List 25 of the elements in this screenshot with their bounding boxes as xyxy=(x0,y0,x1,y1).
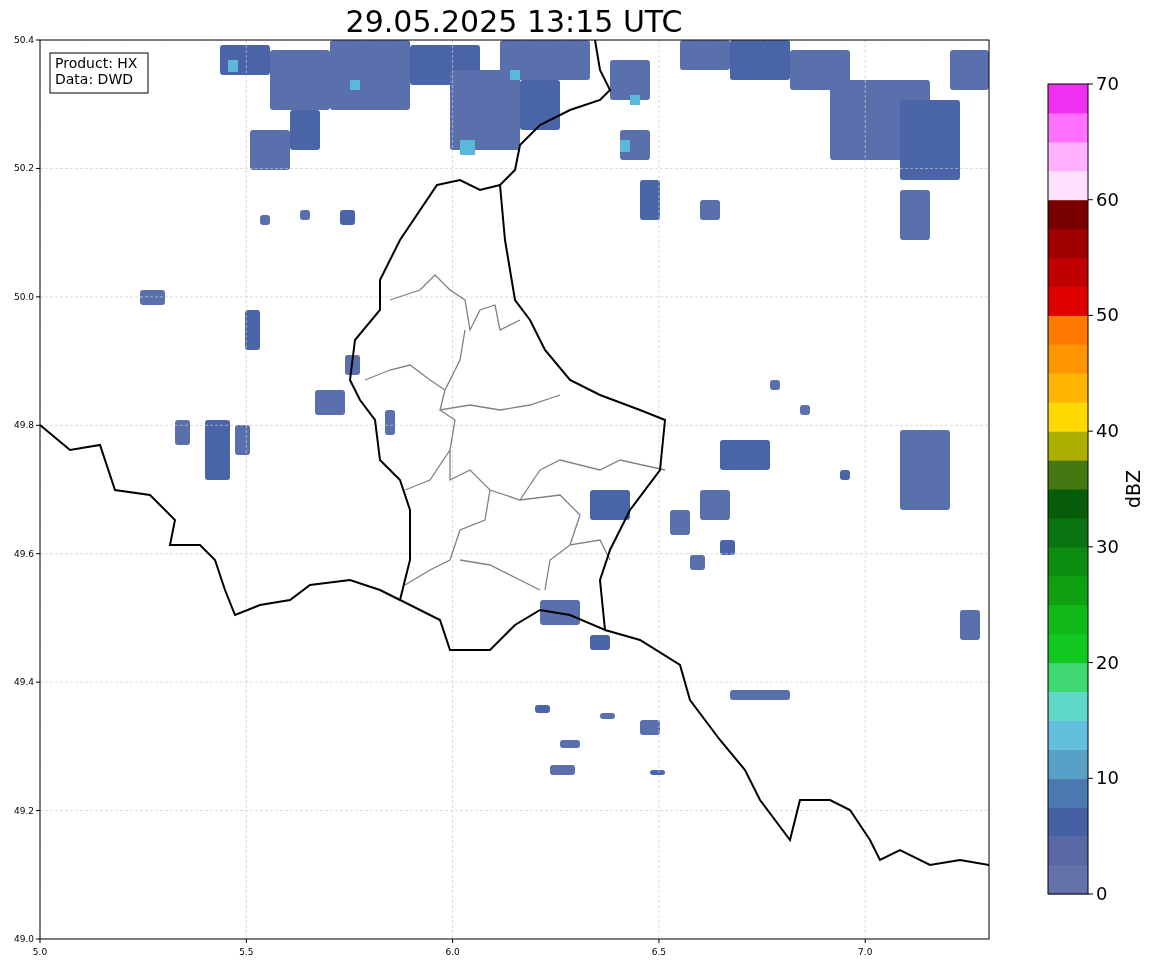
axis-tick-label: 6.5 xyxy=(651,947,667,957)
info-text: Product: HX xyxy=(55,55,138,71)
axis-tick-label: 50.4 xyxy=(13,35,34,45)
colorbar-tick-label: 30 xyxy=(1096,535,1119,557)
colorbar-tick-label: 60 xyxy=(1096,188,1119,210)
colorbar-tick-label: 70 xyxy=(1096,73,1119,94)
axis-tick-label: 50.2 xyxy=(13,163,34,174)
axis-tick-label: 7.0 xyxy=(858,947,873,957)
chart-title: 29.05.2025 13:15 UTC xyxy=(345,4,683,39)
axis-tick-label: 49.0 xyxy=(13,934,34,944)
axis-tick-label: 49.8 xyxy=(13,420,34,431)
info-text: Data: DWD xyxy=(55,71,133,87)
axis-tick-label: 5.0 xyxy=(32,947,48,957)
colorbar-tick-label: 50 xyxy=(1096,304,1119,326)
colorbar-tick-label: 40 xyxy=(1096,420,1119,442)
colorbar-label: dBZ xyxy=(1122,469,1144,509)
colorbar-tick-label: 0 xyxy=(1096,883,1108,904)
axis-tick-label: 5.5 xyxy=(239,947,254,957)
colorbar-tick-label: 20 xyxy=(1096,651,1119,673)
axis-tick-label: 6.0 xyxy=(445,947,460,957)
axis-tick-label: 49.2 xyxy=(13,805,34,816)
colorbar-tick-label: 10 xyxy=(1096,767,1119,789)
axis-tick-label: 49.4 xyxy=(13,677,34,688)
axis-tick-label: 50.0 xyxy=(13,291,34,302)
axis-tick-label: 49.6 xyxy=(13,548,34,559)
